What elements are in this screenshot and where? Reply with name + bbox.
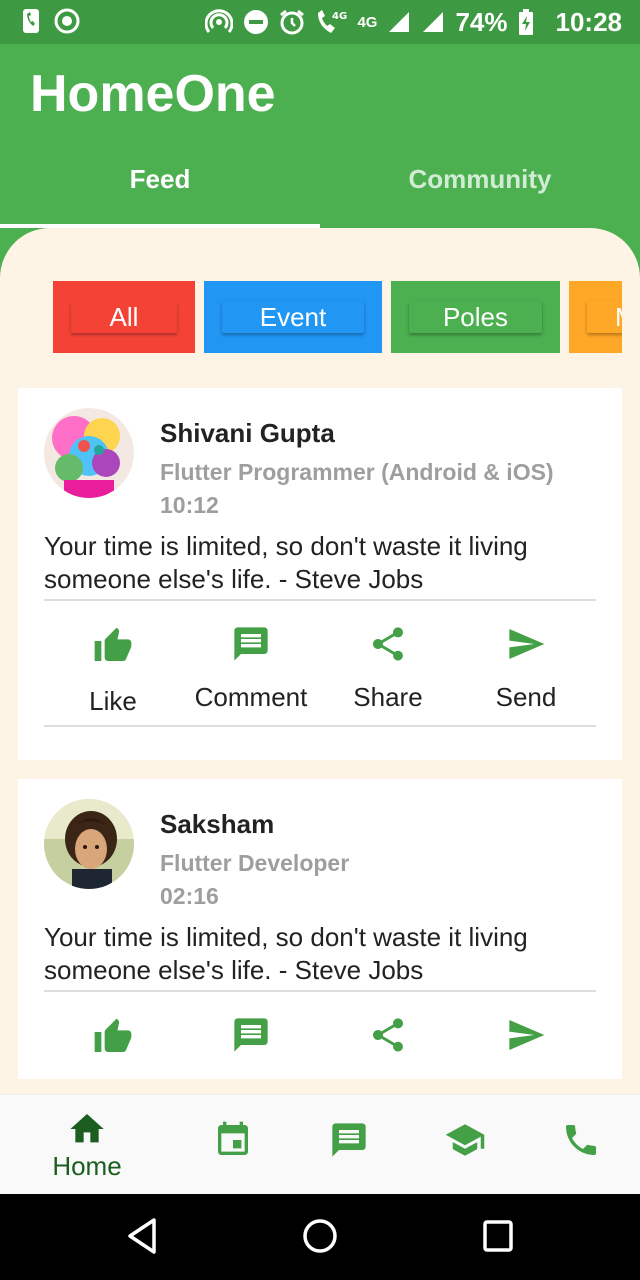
like-label: Like — [89, 686, 137, 716]
app-title: HomeOne — [30, 65, 276, 123]
home-icon — [70, 1114, 104, 1143]
signal-icon-2 — [423, 12, 444, 32]
author-role: Flutter Programmer (Android & iOS) — [160, 459, 554, 485]
chip-all-label: All — [71, 301, 177, 333]
comment-icon — [234, 627, 268, 661]
chip-poles-label: Poles — [409, 301, 542, 333]
chat-icon — [332, 1123, 366, 1157]
chip-more-label: M — [587, 301, 622, 333]
feed-panel: All Event Poles M Shivani Gu — [0, 228, 640, 1098]
post-text: Your time is limited, so don't waste it … — [44, 531, 528, 594]
battery-charging-icon — [518, 9, 533, 35]
post-card: Shivani Gupta Flutter Programmer (Androi… — [18, 388, 622, 760]
send-icon — [509, 629, 545, 659]
send-label: Send — [495, 682, 557, 712]
nav-home-label: Home — [52, 1151, 122, 1181]
alarm-icon — [280, 9, 305, 35]
send-icon — [509, 1020, 545, 1050]
record-icon — [54, 8, 80, 34]
share-label: Share — [353, 682, 423, 712]
post-time: 02:16 — [160, 883, 219, 909]
status-bar: 4G 4G 74% 10:28 — [0, 0, 640, 44]
chip-poles[interactable]: Poles — [391, 281, 560, 353]
recents-icon[interactable] — [480, 1216, 516, 1256]
thumb-up-icon — [94, 1018, 132, 1052]
nav-messages[interactable] — [291, 1095, 407, 1195]
divider — [44, 725, 596, 727]
share-button[interactable] — [318, 1015, 458, 1055]
share-icon — [373, 627, 403, 661]
category-filter-bar: All Event Poles M — [53, 281, 622, 353]
like-button[interactable]: Like — [43, 626, 183, 717]
app-bar: HomeOne Feed Community — [0, 44, 640, 228]
avatar-image — [44, 799, 134, 889]
chip-event[interactable]: Event — [204, 281, 382, 353]
thumb-up-icon — [94, 627, 132, 661]
post-time: 10:12 — [160, 492, 219, 518]
author-name[interactable]: Saksham — [160, 809, 274, 840]
share-button[interactable]: Share — [318, 624, 458, 713]
nav-education[interactable] — [407, 1095, 523, 1195]
avatar[interactable] — [44, 799, 134, 889]
like-button[interactable] — [43, 1017, 183, 1057]
chip-more[interactable]: M — [569, 281, 622, 353]
network-type: 4G — [357, 13, 378, 31]
school-icon — [445, 1124, 485, 1156]
nav-home[interactable]: Home — [29, 1095, 145, 1195]
back-icon[interactable] — [124, 1216, 160, 1256]
send-button[interactable]: Send — [456, 624, 596, 713]
system-navigation-bar — [0, 1194, 640, 1280]
phone-icon — [566, 1125, 596, 1155]
chip-event-label: Event — [222, 301, 364, 333]
nav-contact[interactable] — [523, 1095, 639, 1195]
comment-button[interactable] — [181, 1015, 321, 1055]
hotspot-icon — [205, 9, 234, 33]
author-role: Flutter Developer — [160, 850, 350, 876]
bottom-navigation: Home — [0, 1094, 640, 1194]
chip-all[interactable]: All — [53, 281, 195, 353]
author-name[interactable]: Shivani Gupta — [160, 418, 335, 449]
home-circle-icon[interactable] — [301, 1216, 339, 1256]
avatar-image — [44, 408, 134, 498]
comment-label: Comment — [194, 682, 308, 712]
post-text: Your time is limited, so don't waste it … — [44, 922, 528, 985]
nav-calendar[interactable] — [175, 1095, 291, 1195]
svg-text:4G: 4G — [332, 11, 347, 22]
avatar[interactable] — [44, 408, 134, 498]
comment-icon — [234, 1018, 268, 1052]
battery-percent: 74% — [455, 6, 508, 37]
volte-call-icon: 4G — [318, 10, 347, 33]
share-icon — [373, 1018, 403, 1052]
do-not-disturb-icon — [244, 10, 269, 34]
tab-feed[interactable]: Feed — [0, 164, 320, 195]
send-button[interactable] — [456, 1015, 596, 1055]
divider — [44, 599, 596, 601]
comment-button[interactable]: Comment — [181, 624, 321, 713]
tab-community[interactable]: Community — [320, 164, 640, 195]
clock: 10:28 — [555, 6, 623, 37]
post-card: Saksham Flutter Developer 02:16 Your tim… — [18, 779, 622, 1079]
calendar-icon — [218, 1121, 248, 1155]
signal-icon — [389, 12, 410, 32]
divider — [44, 990, 596, 992]
phone-notification-icon — [23, 9, 39, 33]
